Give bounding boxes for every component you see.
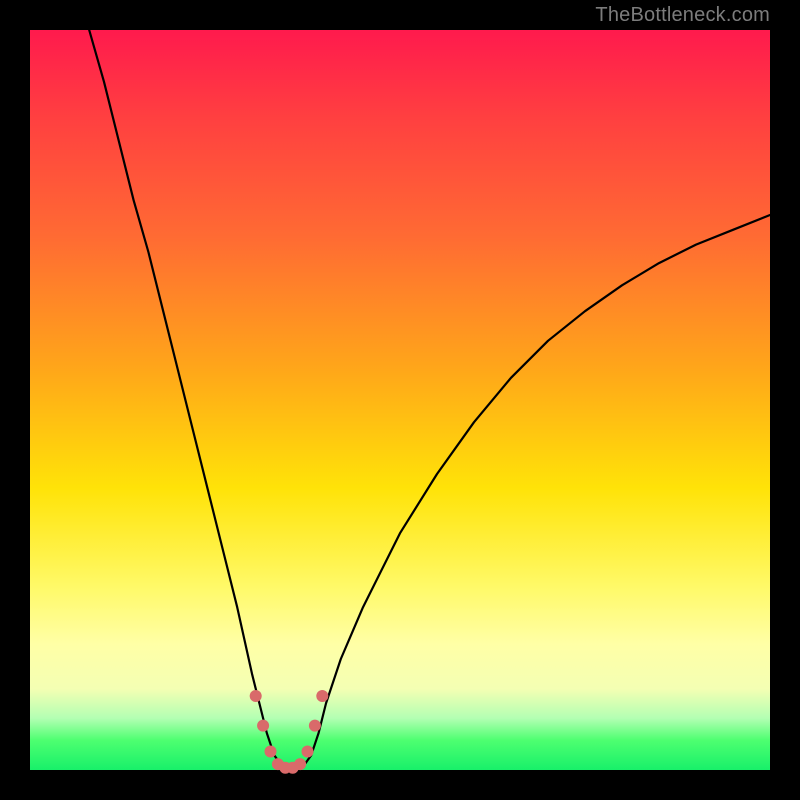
- ideal-marker-dot: [302, 746, 314, 758]
- ideal-marker-dot: [250, 690, 262, 702]
- ideal-marker-dot: [294, 758, 306, 770]
- watermark-text: TheBottleneck.com: [595, 4, 770, 27]
- ideal-marker-dots: [250, 690, 329, 774]
- ideal-marker-dot: [257, 720, 269, 732]
- ideal-marker-dot: [316, 690, 328, 702]
- chart-svg: [30, 30, 770, 770]
- ideal-marker-dot: [309, 720, 321, 732]
- ideal-marker-dot: [265, 746, 277, 758]
- bottleneck-curve-line: [89, 30, 770, 768]
- chart-frame: TheBottleneck.com: [0, 0, 800, 800]
